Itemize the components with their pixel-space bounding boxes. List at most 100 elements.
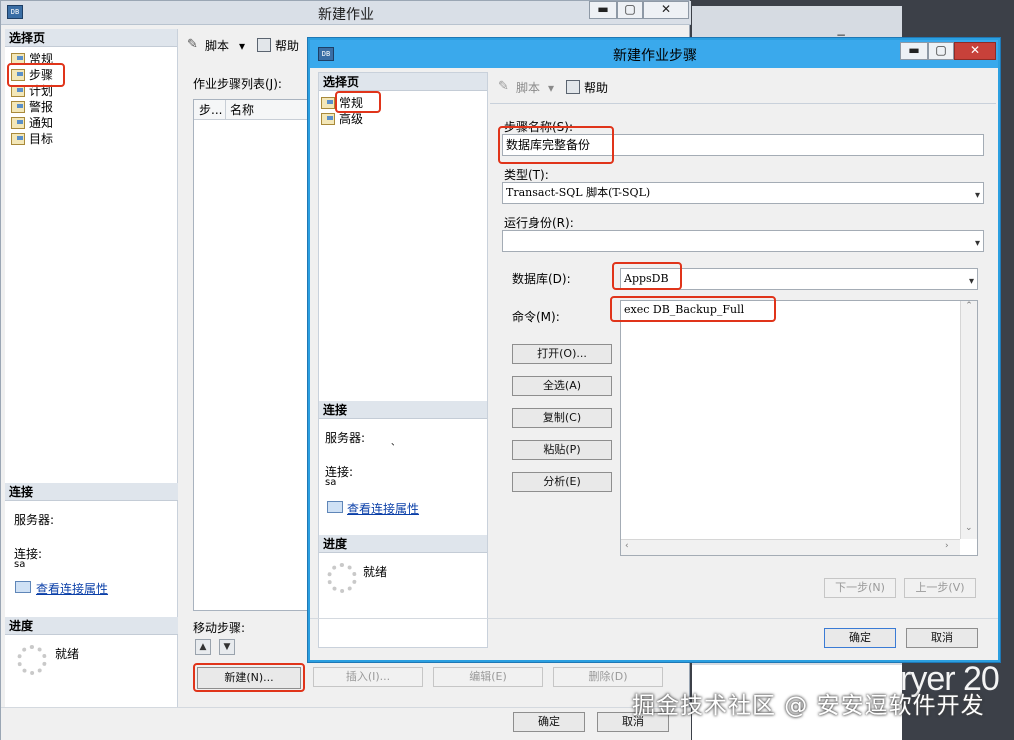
dialog-title-bar[interactable]: DB 新建作业步骤 ▬ ▢ ✕ (310, 40, 998, 68)
command-editor[interactable]: exec DB_Backup_Full ⌃ ⌄ ‹ › (620, 300, 978, 556)
page-icon (11, 101, 25, 113)
new-job-step-dialog: DB 新建作业步骤 ▬ ▢ ✕ 选择页 常规 高级 连接 服务器: 、 连接: … (308, 38, 1000, 662)
dialog-connection-value: sa (325, 477, 337, 488)
dialog-server-value: 、 (391, 438, 401, 448)
command-vertical-scrollbar[interactable]: ⌃ ⌄ (960, 301, 977, 539)
steps-list-header: 步... 名称 (194, 100, 310, 120)
steps-list[interactable]: 步... 名称 (193, 99, 311, 611)
scroll-left-icon[interactable]: ‹ (625, 541, 629, 551)
script-dropdown-icon[interactable]: ▾ (239, 38, 245, 54)
window-title: 新建作业 (318, 7, 374, 23)
view-connection-properties-link[interactable]: 查看连接属性 (36, 580, 108, 597)
highlight-steps (7, 63, 65, 87)
open-button[interactable]: 打开(O)... (512, 344, 612, 364)
dialog-minimize-button[interactable]: ▬ (900, 42, 928, 60)
column-name[interactable]: 名称 (226, 103, 254, 117)
outer-footer-bar (1, 707, 691, 740)
command-horizontal-scrollbar[interactable]: ‹ › (621, 539, 960, 555)
chevron-down-icon: ▾ (974, 238, 980, 249)
dialog-progress-status: 就绪 (363, 565, 388, 579)
progress-spinner-icon (17, 645, 47, 675)
outer-ok-button[interactable]: 确定 (513, 712, 585, 732)
dialog-toolbar: ✎ 脚本 ▾ 帮助 (490, 72, 996, 104)
dialog-server-label: 服务器: (325, 431, 366, 445)
column-step[interactable]: 步... (194, 100, 226, 120)
move-steps-label: 移动步骤: (193, 621, 246, 635)
insert-step-button[interactable]: 插入(I)... (313, 667, 423, 687)
chevron-down-icon: ▾ (968, 276, 974, 287)
connection-properties-icon (15, 581, 31, 593)
nav-item-notifications[interactable]: 通知 (5, 115, 53, 131)
help-button[interactable]: 帮助 (275, 38, 299, 54)
dialog-progress-header: 进度 (319, 535, 487, 553)
dialog-content: ✎ 脚本 ▾ 帮助 步骤名称(S): 数据库完整备份 类型(T): Transa… (490, 72, 996, 648)
dialog-maximize-button[interactable]: ▢ (928, 42, 954, 60)
steps-list-label: 作业步骤列表(J): (193, 77, 282, 91)
move-up-button[interactable]: ▲ (195, 639, 211, 655)
page-icon (11, 133, 25, 145)
watermark: 掘金技术社区 @ 安安逗软件开发 (632, 693, 985, 719)
delete-step-button[interactable]: 删除(D) (553, 667, 663, 687)
command-label: 命令(M): (512, 310, 560, 324)
dialog-connection-header: 连接 (319, 401, 487, 419)
help-icon (257, 38, 271, 52)
dialog-app-icon: DB (318, 47, 334, 61)
dialog-script-button[interactable]: 脚本 (516, 80, 540, 96)
nav-item-alerts[interactable]: 警报 (5, 99, 53, 115)
connection-value: sa (14, 559, 26, 570)
dialog-close-button[interactable]: ✕ (954, 42, 996, 60)
progress-status: 就绪 (55, 647, 80, 661)
page-icon (321, 113, 335, 125)
paste-button[interactable]: 粘贴(P) (512, 440, 612, 460)
connection-header: 连接 (5, 483, 178, 501)
select-page-header: 选择页 (5, 29, 177, 47)
move-down-button[interactable]: ▼ (219, 639, 235, 655)
highlight-database (612, 262, 682, 290)
script-button[interactable]: 脚本 (205, 38, 229, 54)
type-label: 类型(T): (504, 168, 549, 182)
prev-step-button[interactable]: 上一步(V) (904, 578, 976, 598)
dialog-cancel-button[interactable]: 取消 (906, 628, 978, 648)
close-button[interactable]: ✕ (643, 1, 689, 19)
scroll-down-icon[interactable]: ⌄ (965, 523, 973, 533)
script-icon: ✎ (187, 37, 198, 52)
dialog-ok-button[interactable]: 确定 (824, 628, 896, 648)
next-step-button[interactable]: 下一步(N) (824, 578, 896, 598)
maximize-button[interactable]: ▢ (617, 1, 643, 19)
page-icon (11, 117, 25, 129)
dialog-select-page-header: 选择页 (319, 73, 487, 91)
dialog-script-icon: ✎ (498, 79, 509, 94)
dialog-nav-item-advanced[interactable]: 高级 (319, 111, 363, 127)
type-select[interactable]: Transact-SQL 脚本(T-SQL) ▾ (502, 182, 984, 204)
outer-left-panel: 选择页 常规 步骤 计划 警报 通知 目标 连接 服务器: 连接: sa 查看连… (5, 29, 178, 739)
select-all-button[interactable]: 全选(A) (512, 376, 612, 396)
dialog-title: 新建作业步骤 (613, 48, 697, 64)
dialog-connection-properties-icon (327, 501, 343, 513)
dialog-script-dropdown-icon[interactable]: ▾ (548, 80, 554, 96)
highlight-command (610, 296, 776, 322)
dialog-left-panel: 选择页 常规 高级 连接 服务器: 、 连接: sa 查看连接属性 进度 就绪 (318, 72, 488, 648)
run-as-label: 运行身份(R): (504, 216, 574, 230)
highlight-step-name (498, 126, 614, 164)
progress-header: 进度 (5, 617, 178, 635)
dialog-view-connection-properties-link[interactable]: 查看连接属性 (347, 500, 419, 517)
run-as-select[interactable]: ▾ (502, 230, 984, 252)
page-icon (321, 97, 335, 109)
dialog-help-icon (566, 80, 580, 94)
highlight-new-button (193, 663, 305, 692)
edit-step-button[interactable]: 编辑(E) (433, 667, 543, 687)
scroll-right-icon[interactable]: › (945, 541, 949, 551)
dialog-help-button[interactable]: 帮助 (584, 80, 608, 96)
server-label: 服务器: (14, 513, 55, 527)
dialog-progress-spinner-icon (327, 563, 357, 593)
scroll-up-icon[interactable]: ⌃ (961, 301, 977, 311)
parse-button[interactable]: 分析(E) (512, 472, 612, 492)
minimize-button[interactable]: ▬ (589, 1, 617, 19)
nav-item-targets[interactable]: 目标 (5, 131, 53, 147)
database-label: 数据库(D): (512, 272, 571, 286)
copy-button[interactable]: 复制(C) (512, 408, 612, 428)
app-icon: DB (7, 5, 23, 19)
chevron-down-icon: ▾ (974, 190, 980, 201)
highlight-general (335, 91, 381, 113)
new-job-title-bar[interactable]: DB 新建作业 ▬ ▢ ✕ (1, 1, 691, 25)
